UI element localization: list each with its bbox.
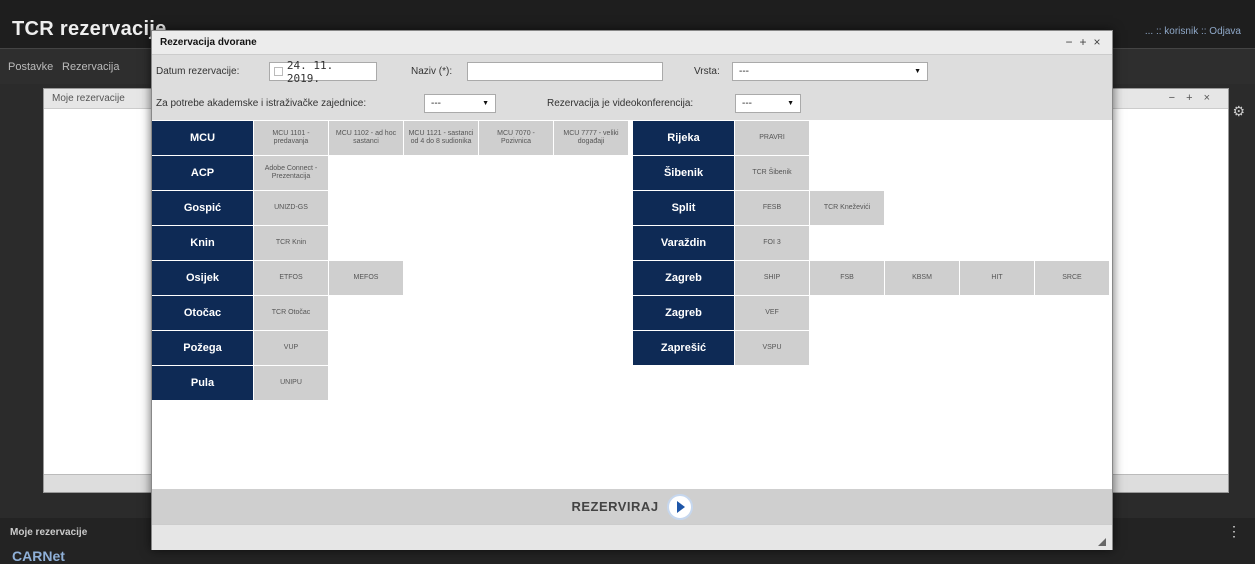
room-button[interactable]: MCU 7070 - Pozivnica xyxy=(479,121,553,155)
room-button[interactable]: SHIP xyxy=(735,261,809,295)
room-button[interactable]: TCR Kneževići xyxy=(810,191,884,225)
reservation-modal: Rezervacija dvorane − + × Datum rezervacij… xyxy=(151,30,1113,550)
room-button[interactable]: VUP xyxy=(254,331,328,365)
academic-label: Za potrebe akademske i istraživačke zaje… xyxy=(156,98,367,109)
city-label: Zaprešić xyxy=(633,331,734,365)
room-button[interactable]: ETFOS xyxy=(254,261,328,295)
room-button[interactable]: MEFOS xyxy=(329,261,403,295)
room-button[interactable]: Adobe Connect - Prezentacija xyxy=(254,156,328,190)
user-links[interactable]: ... :: korisnik :: Odjava xyxy=(1145,26,1241,37)
maximize-icon[interactable]: + xyxy=(1076,35,1090,49)
chevron-down-icon: ▼ xyxy=(482,100,489,107)
reserve-button[interactable]: REZERVIRAJ xyxy=(571,499,658,514)
bottom-bar-label: Moje rezervacije xyxy=(10,527,88,538)
room-button[interactable]: VEF xyxy=(735,296,809,330)
chevron-down-icon: ▼ xyxy=(787,100,794,107)
room-button[interactable]: MCU 7777 - veliki događaji xyxy=(554,121,628,155)
close-icon[interactable]: × xyxy=(1090,35,1104,49)
city-label: Požega xyxy=(152,331,253,365)
modal-controls: − + × xyxy=(1062,35,1104,49)
menu-item-postavke[interactable]: Postavke xyxy=(8,61,53,73)
room-button[interactable]: SRCE xyxy=(1035,261,1109,295)
room-button[interactable]: TCR Knin xyxy=(254,226,328,260)
name-input[interactable] xyxy=(467,62,663,81)
modal-header: Rezervacija dvorane − + × xyxy=(152,31,1112,55)
city-label: Šibenik xyxy=(633,156,734,190)
calendar-icon xyxy=(274,67,283,76)
academic-select[interactable]: --- ▼ xyxy=(424,94,496,113)
city-label: Split xyxy=(633,191,734,225)
city-label: MCU xyxy=(152,121,253,155)
reserve-bar: REZERVIRAJ xyxy=(152,489,1112,524)
city-label: Otočac xyxy=(152,296,253,330)
room-button[interactable]: HIT xyxy=(960,261,1034,295)
room-button[interactable]: KBSM xyxy=(885,261,959,295)
room-button[interactable]: MCU 1102 - ad hoc sastanci xyxy=(329,121,403,155)
video-select[interactable]: --- ▼ xyxy=(735,94,801,113)
type-select-value: --- xyxy=(739,66,749,77)
date-value: 24. 11. 2019. xyxy=(286,58,334,85)
room-button[interactable]: UNIPU xyxy=(254,366,328,400)
city-label: Gospić xyxy=(152,191,253,225)
date-field[interactable]: 24. 11. 2019. xyxy=(269,59,377,85)
minimize-icon[interactable]: − xyxy=(1062,35,1076,49)
name-label: Naziv (*): xyxy=(411,66,453,77)
room-button[interactable]: UNIZD-GS xyxy=(254,191,328,225)
city-label: Osijek xyxy=(152,261,253,295)
app-title: TCR rezervacije xyxy=(12,18,167,40)
modal-title: Rezervacija dvorane xyxy=(160,37,257,48)
room-button[interactable]: VSPU xyxy=(735,331,809,365)
background-panel-controls[interactable]: − + × xyxy=(1169,92,1214,104)
modal-footer xyxy=(152,524,1112,550)
video-select-value: --- xyxy=(742,98,752,109)
room-button[interactable]: MCU 1121 - sastanci od 4 do 8 sudionika xyxy=(404,121,478,155)
play-icon[interactable] xyxy=(666,493,693,520)
room-button[interactable]: FESB xyxy=(735,191,809,225)
menu-item-rezervacija[interactable]: Rezervacija xyxy=(62,61,119,73)
room-button[interactable]: FOI 3 xyxy=(735,226,809,260)
room-button[interactable]: PRAVRI xyxy=(735,121,809,155)
room-button[interactable]: TCR Šibenik xyxy=(735,156,809,190)
city-label: ACP xyxy=(152,156,253,190)
type-label: Vrsta: xyxy=(694,66,720,77)
resize-icon[interactable] xyxy=(1098,538,1106,546)
city-label: Knin xyxy=(152,226,253,260)
type-select[interactable]: --- ▼ xyxy=(732,62,928,81)
background-panel-title: Moje rezervacije xyxy=(52,93,125,104)
city-label: Zagreb xyxy=(633,296,734,330)
chevron-down-icon: ▼ xyxy=(914,68,921,75)
room-button[interactable]: MCU 1101 - predavanja xyxy=(254,121,328,155)
academic-select-value: --- xyxy=(431,98,441,109)
room-button[interactable]: FSB xyxy=(810,261,884,295)
date-label: Datum rezervacije: xyxy=(156,66,240,77)
reservation-form: Datum rezervacije: 24. 11. 2019. Naziv (… xyxy=(152,55,1112,120)
carnet-logo: CARNet xyxy=(12,548,65,564)
more-icon[interactable]: ⋮ xyxy=(1227,523,1241,540)
video-label: Rezervacija je videokonferencija: xyxy=(547,98,694,109)
city-label: Pula xyxy=(152,366,253,400)
city-label: Rijeka xyxy=(633,121,734,155)
room-button[interactable]: TCR Otočac xyxy=(254,296,328,330)
city-label: Varaždin xyxy=(633,226,734,260)
city-label: Zagreb xyxy=(633,261,734,295)
